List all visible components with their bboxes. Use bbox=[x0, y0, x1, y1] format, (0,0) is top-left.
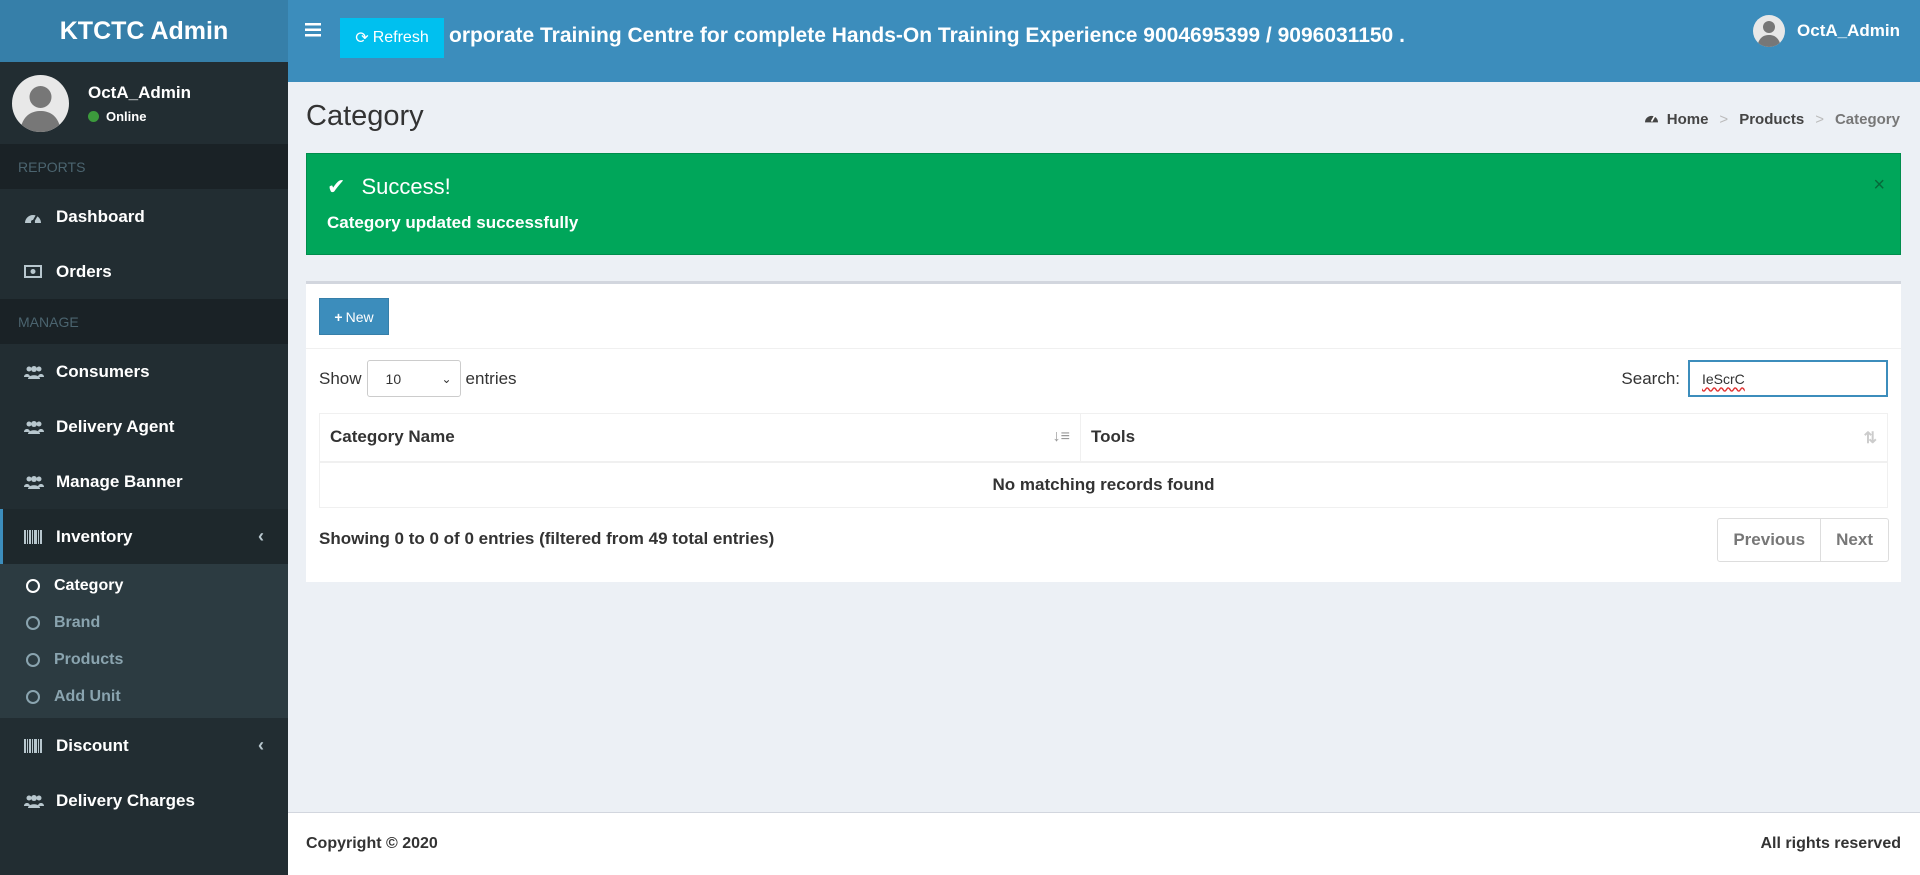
online-dot-icon bbox=[88, 110, 99, 122]
breadcrumb-home[interactable]: Home bbox=[1667, 111, 1709, 128]
chevron-left-icon: ‹ bbox=[258, 526, 264, 546]
page-length-control: Show 10 ⌄ entries bbox=[319, 360, 517, 397]
sidebar-item-delivery-agent[interactable]: Delivery Agent bbox=[0, 399, 288, 454]
table-row: No matching records found bbox=[320, 462, 1888, 508]
rights: All rights reserved bbox=[1760, 835, 1902, 852]
divider bbox=[306, 348, 1901, 349]
success-alert: ✔ Success! Category updated successfully … bbox=[306, 153, 1901, 255]
user-name: OctA_Admin bbox=[88, 82, 191, 102]
user-panel: OctA_Admin Online bbox=[0, 62, 288, 144]
users-icon bbox=[24, 475, 46, 489]
sort-icon: ⇅ bbox=[1863, 430, 1877, 447]
column-header-tools[interactable]: Tools ⇅ bbox=[1080, 413, 1888, 463]
user-status: Online bbox=[88, 109, 191, 124]
refresh-icon: ⟳ bbox=[355, 30, 369, 47]
search-control: Search: IeScrC bbox=[1621, 360, 1888, 397]
sidebar-item-manage-banner[interactable]: Manage Banner bbox=[0, 454, 288, 509]
category-table: Category Name ↓≡ Tools ⇅ No matching recor… bbox=[319, 413, 1888, 508]
search-input[interactable]: IeScrC bbox=[1688, 360, 1888, 397]
page-title: Category bbox=[306, 100, 424, 132]
users-icon bbox=[24, 420, 46, 434]
circle-icon bbox=[26, 652, 40, 667]
refresh-button[interactable]: ⟳ Refresh bbox=[340, 18, 444, 58]
sidebar-item-consumers[interactable]: Consumers bbox=[0, 344, 288, 399]
sidebar-item-dashboard[interactable]: Dashboard bbox=[0, 189, 288, 244]
sidebar-subitem-brand[interactable]: Brand bbox=[0, 604, 288, 641]
avatar bbox=[12, 74, 69, 132]
sidebar-subitem-products[interactable]: Products bbox=[0, 641, 288, 678]
footer: Copyright © 2020 All rights reserved bbox=[288, 812, 1920, 875]
chevron-left-icon: ‹ bbox=[258, 735, 264, 755]
users-icon bbox=[24, 794, 46, 808]
sidebar-subitem-add-unit[interactable]: Add Unit bbox=[0, 678, 288, 715]
breadcrumb-current: Category bbox=[1834, 111, 1900, 128]
header-user-menu[interactable]: OctA_Admin bbox=[1753, 15, 1900, 47]
users-icon bbox=[24, 365, 46, 379]
alert-title: Success! bbox=[361, 174, 451, 199]
section-header-manage: MANAGE bbox=[0, 299, 288, 344]
sidebar-item-discount[interactable]: Discount ‹ bbox=[0, 718, 288, 773]
breadcrumb: Home > Products > Category bbox=[1644, 111, 1900, 128]
menu-toggle-icon[interactable] bbox=[305, 20, 321, 43]
sidebar-item-delivery-charges[interactable]: Delivery Charges bbox=[0, 773, 288, 828]
sidebar: KTCTC Admin OctA_Admin Online REPORTS Da… bbox=[0, 0, 288, 875]
dashboard-icon bbox=[1644, 111, 1659, 128]
barcode-icon bbox=[24, 529, 46, 544]
copyright: Copyright © 2020 bbox=[306, 835, 438, 852]
check-icon: ✔ bbox=[327, 174, 346, 199]
table-info: Showing 0 to 0 of 0 entries (filtered fr… bbox=[319, 529, 775, 548]
dashboard-icon bbox=[24, 209, 46, 225]
previous-button[interactable]: Previous bbox=[1718, 519, 1820, 561]
circle-icon bbox=[26, 578, 40, 593]
inventory-submenu: Category Brand Products Add Unit bbox=[0, 564, 288, 718]
sidebar-subitem-category[interactable]: Category bbox=[0, 567, 288, 604]
next-button[interactable]: Next bbox=[1820, 519, 1888, 561]
money-icon bbox=[24, 265, 46, 278]
app-logo[interactable]: KTCTC Admin bbox=[0, 0, 288, 62]
breadcrumb-products[interactable]: Products bbox=[1739, 111, 1804, 128]
new-button[interactable]: + New bbox=[319, 298, 389, 335]
circle-icon bbox=[26, 689, 40, 704]
close-icon[interactable]: × bbox=[1873, 174, 1885, 197]
category-box: + New Show 10 ⌄ entries Search: IeScrC Ca… bbox=[306, 281, 1901, 582]
sort-asc-icon: ↓≡ bbox=[1052, 428, 1070, 445]
sidebar-item-orders[interactable]: Orders bbox=[0, 244, 288, 299]
avatar bbox=[1753, 15, 1786, 47]
barcode-icon bbox=[24, 738, 46, 753]
plus-icon: + bbox=[334, 308, 343, 325]
page-length-select[interactable]: 10 ⌄ bbox=[366, 360, 461, 397]
sidebar-item-inventory[interactable]: Inventory ‹ bbox=[0, 509, 288, 564]
top-navbar: ⟳ Refresh orporate Training Centre for co… bbox=[288, 0, 1920, 82]
column-header-category-name[interactable]: Category Name ↓≡ bbox=[319, 413, 1081, 463]
alert-message: Category updated successfully bbox=[327, 213, 579, 232]
search-label: Search: bbox=[1621, 368, 1680, 388]
chevron-down-icon: ⌄ bbox=[441, 371, 452, 386]
empty-message: No matching records found bbox=[992, 474, 1215, 494]
section-header-reports: REPORTS bbox=[0, 144, 288, 189]
pagination: Previous Next bbox=[1717, 518, 1889, 562]
circle-icon bbox=[26, 615, 40, 630]
marquee-text: orporate Training Centre for complete Ha… bbox=[449, 24, 1405, 47]
